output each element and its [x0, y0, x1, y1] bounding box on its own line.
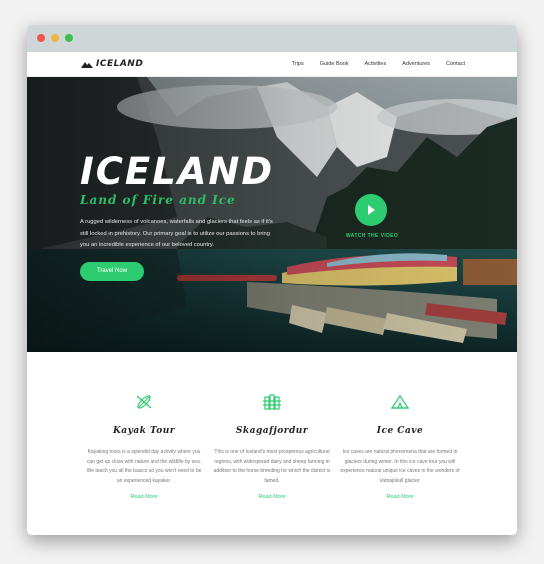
travel-now-button[interactable]: Travel Now [80, 262, 144, 281]
hero-title: ICELAND [80, 150, 275, 193]
nav-item-trips[interactable]: Trips [292, 61, 304, 67]
features-section: Kayak Tour Kayaking tours is a splendid … [27, 352, 517, 535]
site-logo[interactable]: ICELAND [81, 59, 143, 69]
read-more-link[interactable]: Read More [340, 494, 460, 500]
feature-text: Kayaking tours is a splendid day activit… [86, 449, 202, 484]
hero-section: ICELAND Land of Fire and Ice A rugged wi… [27, 77, 517, 352]
main-nav: Trips Guide Book Activities Adventures C… [276, 61, 465, 67]
feature-title: Ice Cave [376, 426, 424, 436]
nav-item-activities[interactable]: Activities [365, 61, 387, 67]
hero-subtitle: Land of Fire and Ice [80, 193, 236, 207]
read-more-link[interactable]: Read More [84, 494, 204, 500]
mountain-logo-icon [81, 61, 93, 68]
watch-video-link[interactable]: WATCH THE VIDEO [327, 233, 417, 239]
feature-text: Ice caves are natural phenomena that are… [340, 449, 460, 484]
maximize-window-button[interactable] [65, 34, 73, 42]
kayak-icon [136, 395, 152, 409]
fence-icon [263, 394, 281, 410]
logo-text: ICELAND [96, 59, 144, 69]
read-more-link[interactable]: Read More [212, 494, 332, 500]
nav-item-contact[interactable]: Contact [446, 61, 465, 67]
browser-window: ICELAND Trips Guide Book Activities Adve… [27, 25, 517, 535]
window-titlebar [27, 25, 517, 52]
play-video-button[interactable] [355, 194, 387, 226]
nav-item-guide-book[interactable]: Guide Book [320, 61, 349, 67]
tent-icon [390, 394, 410, 409]
nav-item-adventures[interactable]: Adventures [402, 61, 430, 67]
hero-description: A rugged wilderness of volcanoes, waterf… [80, 219, 273, 248]
feature-text: This is one of Iceland's most prosperous… [213, 449, 331, 484]
feature-title: Kayak Tour [112, 426, 176, 436]
close-window-button[interactable] [37, 34, 45, 42]
hero-background-image [27, 77, 517, 352]
feature-title: Skagafjordur [235, 426, 309, 436]
minimize-window-button[interactable] [51, 34, 59, 42]
top-navbar: ICELAND Trips Guide Book Activities Adve… [27, 52, 517, 77]
